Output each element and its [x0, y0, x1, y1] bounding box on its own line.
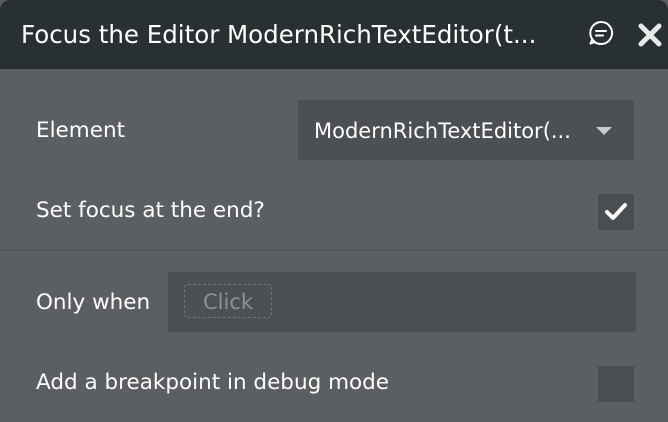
element-label: Element [36, 118, 126, 143]
comment-icon[interactable] [588, 20, 614, 46]
only-when-condition-field[interactable]: Click [168, 272, 636, 332]
element-dropdown[interactable]: ModernRichTextEditor(... [298, 100, 634, 160]
only-when-label: Only when [36, 290, 151, 315]
panel-header: Focus the Editor ModernRichTextEditor(t.… [0, 0, 668, 69]
action-properties-panel: Focus the Editor ModernRichTextEditor(t.… [0, 0, 668, 422]
set-focus-checkbox[interactable] [598, 194, 634, 230]
close-icon[interactable] [637, 22, 663, 48]
condition-placeholder[interactable]: Click [184, 284, 273, 318]
breakpoint-label: Add a breakpoint in debug mode [36, 370, 390, 395]
set-focus-label: Set focus at the end? [36, 198, 265, 223]
section-divider [0, 250, 668, 251]
checkmark-icon [605, 203, 627, 220]
chevron-down-icon [596, 127, 612, 135]
breakpoint-checkbox[interactable] [598, 366, 634, 402]
element-dropdown-value: ModernRichTextEditor(... [314, 119, 571, 143]
panel-title: Focus the Editor ModernRichTextEditor(t.… [21, 20, 537, 49]
